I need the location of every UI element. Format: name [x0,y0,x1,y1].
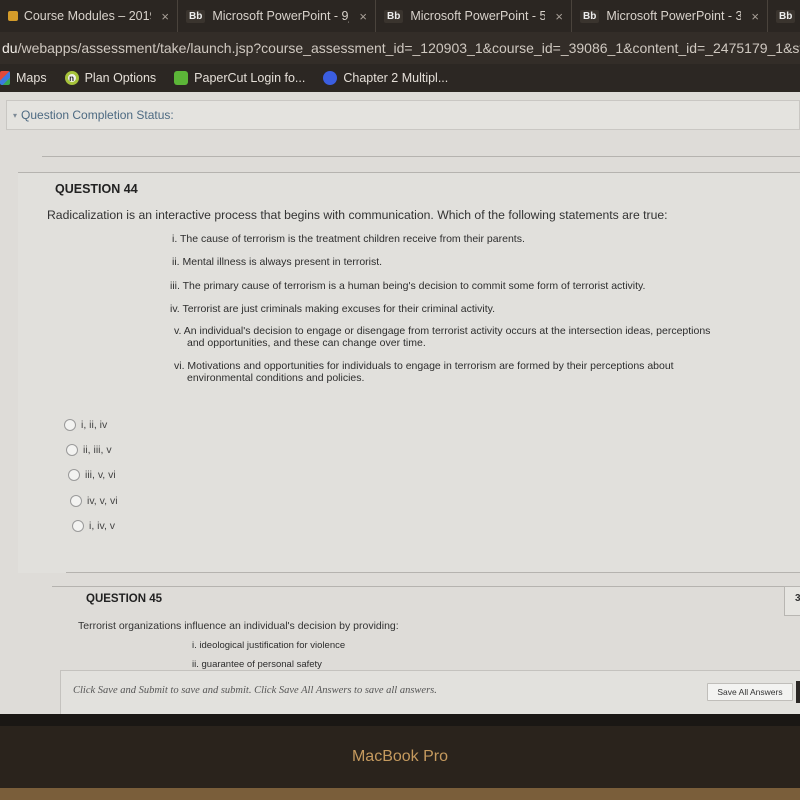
option-label: iii, v, vi [85,469,116,481]
question-45-text: Terrorist organizations influence an ind… [78,620,399,632]
close-icon[interactable]: × [751,9,759,24]
bookmarks-bar: Maps n Plan Options PaperCut Login fo...… [0,64,800,92]
divider [42,156,800,157]
submission-footer: Click Save and Submit to save and submit… [60,670,800,714]
statement-text-continued: and opportunities, and these can change … [187,337,426,349]
statement-text: i. The cause of terrorism is the treatme… [172,233,525,245]
option-label: i, iv, v [89,520,116,532]
question-45-statement-i: i. ideological justification for violenc… [192,640,346,651]
close-icon[interactable]: × [555,9,563,24]
statement-iii: iii. The primary cause of terrorism is a… [170,280,645,292]
option-label: i, ii, iv [81,419,108,431]
divider [66,572,800,573]
maps-icon [0,71,10,85]
answer-option-d[interactable]: iv, v, vi [70,495,118,507]
statement-text: iv. Terrorist are just criminals making … [170,303,496,315]
tab-title: Microsoft PowerPoint - 3_Le [606,9,742,23]
radio-button[interactable] [68,469,80,481]
question-title: QUESTION 44 [55,182,138,196]
close-icon[interactable]: × [359,9,367,24]
answer-option-e[interactable]: i, iv, v [72,520,115,532]
question-44-panel: QUESTION 44 Radicalization is an interac… [18,173,800,573]
blackboard-icon: Bb [776,9,796,23]
status-label: Question Completion Status: [21,108,174,122]
bookmark-papercut[interactable]: PaperCut Login fo... [174,71,305,85]
browser-tab-bar: Course Modules – 201990-I × Bb Microsoft… [0,0,800,32]
statement-v: v. An individual's decision to engage or… [174,325,710,349]
tab-powerpoint-3[interactable]: Bb Microsoft PowerPoint - 3_Le × [572,0,768,32]
close-icon[interactable]: × [161,9,169,24]
blackboard-icon: Bb [580,9,600,23]
answer-option-c[interactable]: iii, v, vi [68,469,116,481]
blackboard-icon: Bb [186,9,206,23]
url-host: du [2,40,18,56]
answer-option-a[interactable]: i, ii, iv [64,419,107,431]
plan-options-icon: n [64,71,79,85]
url-path: /webapps/assessment/take/launch.jsp?cour… [17,40,800,56]
statement-ii: ii. Mental illness is always present in … [172,256,382,268]
chevron-down-icon[interactable]: ▾ [13,111,17,120]
divider [52,586,800,587]
footer-instructions: Click Save and Submit to save and submit… [73,685,437,696]
option-label: ii, iii, v [83,444,112,456]
statement-text: iii. The primary cause of terrorism is a… [170,280,646,292]
bookmark-label: Chapter 2 Multipl... [343,71,449,85]
question-completion-status[interactable]: ▾ Question Completion Status: [6,100,800,130]
tab-powerpoint-9[interactable]: Bb Microsoft PowerPoint - 9_Po × [178,0,376,32]
statement-iv: iv. Terrorist are just criminals making … [170,303,495,315]
blackboard-icon: Bb [384,9,404,23]
bookmark-maps[interactable]: Maps [0,71,47,85]
quizlet-icon [323,71,338,85]
tab-title: Microsoft PowerPoint - 5_Ra [410,9,546,23]
bookmark-label: Maps [16,71,47,85]
bookmark-label: Plan Options [84,71,157,85]
bookmark-chapter-2[interactable]: Chapter 2 Multipl... [323,71,448,85]
tab-title: Microsoft PowerPoint - 9_Po [212,9,349,23]
answer-option-b[interactable]: ii, iii, v [66,444,112,456]
bookmark-label: PaperCut Login fo... [194,71,306,85]
statement-text-continued: environmental conditions and policies. [187,372,365,384]
statement-text: v. An individual's decision to engage or… [174,325,711,337]
url-text[interactable]: du/webapps/assessment/take/launch.jsp?co… [2,40,800,56]
radio-button[interactable] [66,444,78,456]
radio-button[interactable] [64,419,76,431]
option-label: iv, v, vi [87,495,118,507]
question-text: Radicalization is an interactive process… [47,208,668,222]
next-button-edge[interactable] [796,681,800,703]
radio-button[interactable] [72,520,84,532]
question-45-title: QUESTION 45 [86,593,163,605]
statement-i: i. The cause of terrorism is the treatme… [172,233,525,245]
tab-overflow[interactable]: Bb [768,0,800,32]
assessment-page: ▾ Question Completion Status: QUESTION 4… [0,92,800,714]
address-bar[interactable]: du/webapps/assessment/take/launch.jsp?co… [0,32,800,64]
radio-button[interactable] [70,495,82,507]
statement-vi: vi. Motivations and opportunities for in… [174,360,674,384]
statement-text: vi. Motivations and opportunities for in… [174,360,674,372]
papercut-icon [174,71,189,85]
points-badge: 3 [784,586,800,616]
course-icon [8,11,18,21]
bookmark-plan-options[interactable]: n Plan Options [64,71,157,85]
save-all-answers-button[interactable]: Save All Answers [707,683,793,701]
tab-powerpoint-5[interactable]: Bb Microsoft PowerPoint - 5_Ra × [376,0,572,32]
tab-title: Course Modules – 201990-I [23,9,152,23]
statement-text: ii. Mental illness is always present in … [172,256,383,268]
tab-course-modules[interactable]: Course Modules – 201990-I × [0,0,178,32]
device-brand-label: MacBook Pro [351,748,449,765]
